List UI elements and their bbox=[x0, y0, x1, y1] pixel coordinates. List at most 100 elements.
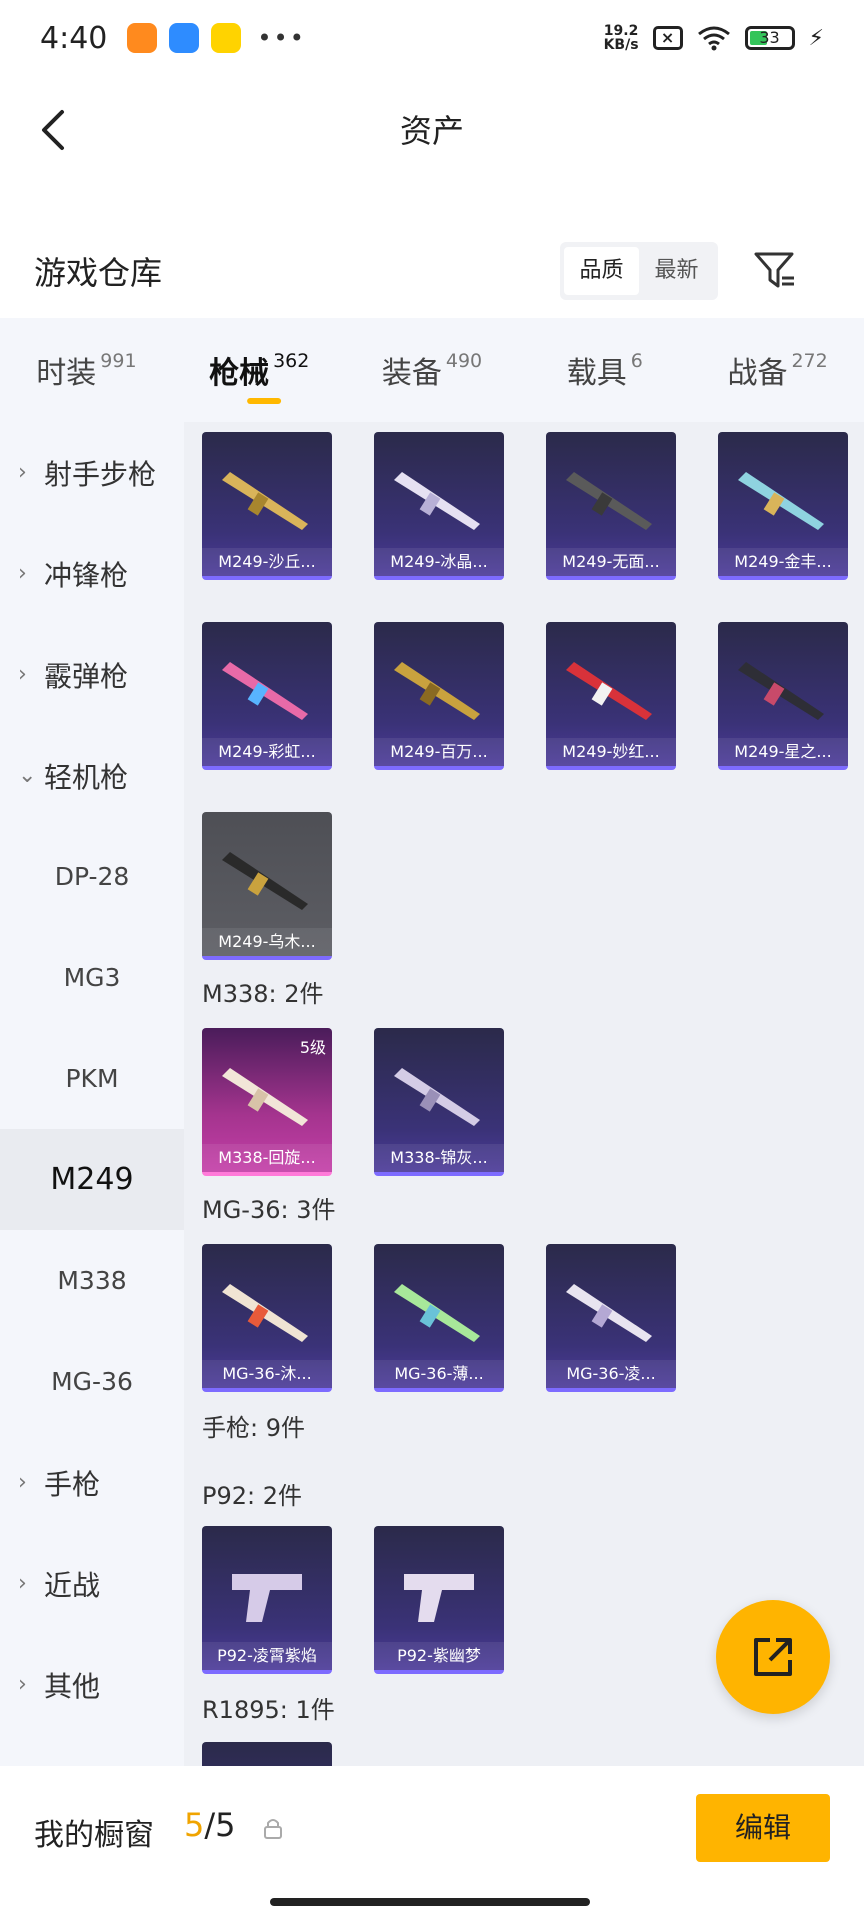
weapon-card-name: MG-36-沐... bbox=[202, 1360, 332, 1388]
rifle-icon bbox=[738, 662, 824, 720]
tab-count: 991 bbox=[100, 350, 137, 372]
weapon-type-sidebar: › 射手步枪 › 冲锋枪 › 霰弹枪 ⌄ 轻机枪 DP-28 MG3 PKM M… bbox=[0, 422, 184, 1766]
weapon-card[interactable] bbox=[202, 1742, 332, 1766]
tab-count: 6 bbox=[630, 350, 643, 372]
weapon-card[interactable]: M249-沙丘... bbox=[202, 432, 332, 580]
home-indicator[interactable] bbox=[270, 1898, 590, 1906]
weapon-card[interactable]: M249-冰晶... bbox=[374, 432, 504, 580]
weapon-card[interactable]: M249-妙红... bbox=[546, 622, 676, 770]
rifle-icon bbox=[222, 852, 308, 910]
weapon-card-name: M249-金丰... bbox=[718, 548, 848, 576]
pistol-icon bbox=[232, 1574, 302, 1622]
tab-fashion[interactable]: 时装 991 bbox=[0, 318, 173, 422]
group-label-p92: P92: 2件 bbox=[202, 1482, 302, 1510]
weapon-card[interactable]: M249-乌木... bbox=[202, 812, 332, 960]
weapon-card-name: M249-彩虹... bbox=[202, 738, 332, 766]
tab-active-indicator bbox=[247, 398, 282, 404]
sidebar-item-melee[interactable]: › 近战 bbox=[0, 1533, 184, 1634]
chevron-right-icon: › bbox=[18, 1571, 27, 1596]
weapon-card[interactable]: P92-凌霄紫焰 bbox=[202, 1526, 332, 1674]
warehouse-header: 游戏仓库 品质 最新 bbox=[0, 228, 864, 312]
rifle-icon bbox=[222, 1284, 308, 1342]
weapon-card[interactable]: M249-百万... bbox=[374, 622, 504, 770]
bottom-bar: 我的橱窗 5/5 编辑 bbox=[0, 1766, 864, 1920]
sidebar-sub-mg36[interactable]: MG-36 bbox=[0, 1331, 184, 1432]
yellow-app-icon bbox=[211, 23, 242, 53]
weapon-card[interactable]: MG-36-凌... bbox=[546, 1244, 676, 1392]
weapon-card-name: M338-锦灰... bbox=[374, 1144, 504, 1172]
sidebar-item-pistol[interactable]: › 手枪 bbox=[0, 1432, 184, 1533]
rifle-icon bbox=[738, 472, 824, 530]
wifi-icon bbox=[697, 26, 730, 51]
category-tabs: 时装 991 枪械 362 装备 490 载具 6 战备 272 bbox=[0, 318, 864, 422]
sort-quality-option[interactable]: 品质 bbox=[564, 247, 639, 295]
weapon-card-name: M249-冰晶... bbox=[374, 548, 504, 576]
sidebar-item-label: 霰弹枪 bbox=[44, 659, 129, 693]
sidebar-sub-m338[interactable]: M338 bbox=[0, 1230, 184, 1331]
weapon-card-name: P92-紫幽梦 bbox=[374, 1642, 504, 1670]
tab-count: 490 bbox=[445, 350, 483, 372]
sidebar-item-shotgun[interactable]: › 霰弹枪 bbox=[0, 624, 184, 725]
status-bar: 4:40 ••• 19.2 KB/s × 33 ⚡ bbox=[0, 0, 864, 76]
showcase-count-total: /5 bbox=[204, 1806, 236, 1844]
status-time: 4:40 bbox=[40, 20, 108, 56]
chevron-right-icon: › bbox=[18, 1470, 27, 1495]
weapon-card[interactable]: M249-彩虹... bbox=[202, 622, 332, 770]
sidebar-item-label: 轻机枪 bbox=[44, 760, 129, 794]
net-speed-value: 19.2 bbox=[603, 23, 639, 39]
filter-icon[interactable] bbox=[752, 248, 798, 294]
orange-app-icon bbox=[127, 23, 158, 53]
battery-level: 33 bbox=[759, 28, 780, 47]
sidebar-sub-dp28[interactable]: DP-28 bbox=[0, 826, 184, 927]
rifle-icon bbox=[394, 1068, 480, 1126]
weapon-card-name: MG-36-薄... bbox=[374, 1360, 504, 1388]
battery-icon: 33 bbox=[744, 26, 795, 50]
edit-button[interactable]: 编辑 bbox=[696, 1794, 830, 1862]
lock-icon bbox=[264, 1819, 282, 1839]
tab-count: 362 bbox=[273, 350, 310, 372]
weapon-card[interactable]: MG-36-沐... bbox=[202, 1244, 332, 1392]
rifle-icon bbox=[222, 472, 308, 530]
tab-label: 载具 bbox=[566, 356, 627, 391]
chevron-right-icon: › bbox=[18, 1672, 27, 1697]
sidebar-item-dmr[interactable]: › 射手步枪 bbox=[0, 422, 184, 523]
tab-label: 时装 bbox=[36, 356, 97, 391]
blue-app-icon bbox=[169, 23, 200, 53]
weapon-card[interactable]: M249-金丰... bbox=[718, 432, 848, 580]
tab-vehicles[interactable]: 载具 6 bbox=[518, 318, 691, 422]
share-fab-button[interactable] bbox=[716, 1600, 830, 1714]
sidebar-sub-mg3[interactable]: MG3 bbox=[0, 927, 184, 1028]
weapon-card[interactable]: M338-锦灰... bbox=[374, 1028, 504, 1176]
sidebar-item-label: 近战 bbox=[44, 1568, 101, 1602]
tab-firearms[interactable]: 枪械 362 bbox=[173, 318, 346, 422]
tab-label: 战备 bbox=[727, 356, 788, 391]
page-title: 资产 bbox=[399, 112, 464, 150]
net-speed: 19.2 KB/s bbox=[604, 24, 639, 52]
weapon-card[interactable]: M249-星之... bbox=[718, 622, 848, 770]
weapon-card-name: M249-妙红... bbox=[546, 738, 676, 766]
rifle-icon bbox=[566, 472, 652, 530]
weapon-card[interactable]: 5级 M338-回旋... bbox=[202, 1028, 332, 1176]
top-nav: 资产 bbox=[0, 76, 864, 180]
sidebar-item-smg[interactable]: › 冲锋枪 bbox=[0, 523, 184, 624]
tab-supplies[interactable]: 战备 272 bbox=[691, 318, 864, 422]
weapon-card-name: M249-乌木... bbox=[202, 928, 332, 956]
sim-x-icon: × bbox=[652, 26, 683, 50]
chevron-right-icon: › bbox=[18, 662, 27, 687]
tab-equipment[interactable]: 装备 490 bbox=[346, 318, 519, 422]
sidebar-sub-m249[interactable]: M249 bbox=[0, 1129, 184, 1230]
sort-toggle: 品质 最新 bbox=[560, 242, 718, 300]
weapon-card[interactable]: P92-紫幽梦 bbox=[374, 1526, 504, 1674]
showcase-count-current: 5 bbox=[184, 1806, 205, 1844]
sidebar-item-other[interactable]: › 其他 bbox=[0, 1634, 184, 1735]
tab-label: 装备 bbox=[381, 356, 442, 391]
sort-newest-option[interactable]: 最新 bbox=[639, 247, 714, 295]
weapon-card[interactable]: MG-36-薄... bbox=[374, 1244, 504, 1392]
sidebar-item-lmg[interactable]: ⌄ 轻机枪 bbox=[0, 725, 184, 826]
weapon-card-name: MG-36-凌... bbox=[546, 1360, 676, 1388]
weapon-card[interactable]: M249-无面... bbox=[546, 432, 676, 580]
sidebar-sub-pkm[interactable]: PKM bbox=[0, 1028, 184, 1129]
rifle-icon bbox=[222, 1068, 308, 1126]
tab-count: 272 bbox=[791, 350, 828, 372]
showcase-title: 我的橱窗 bbox=[34, 1818, 154, 1853]
